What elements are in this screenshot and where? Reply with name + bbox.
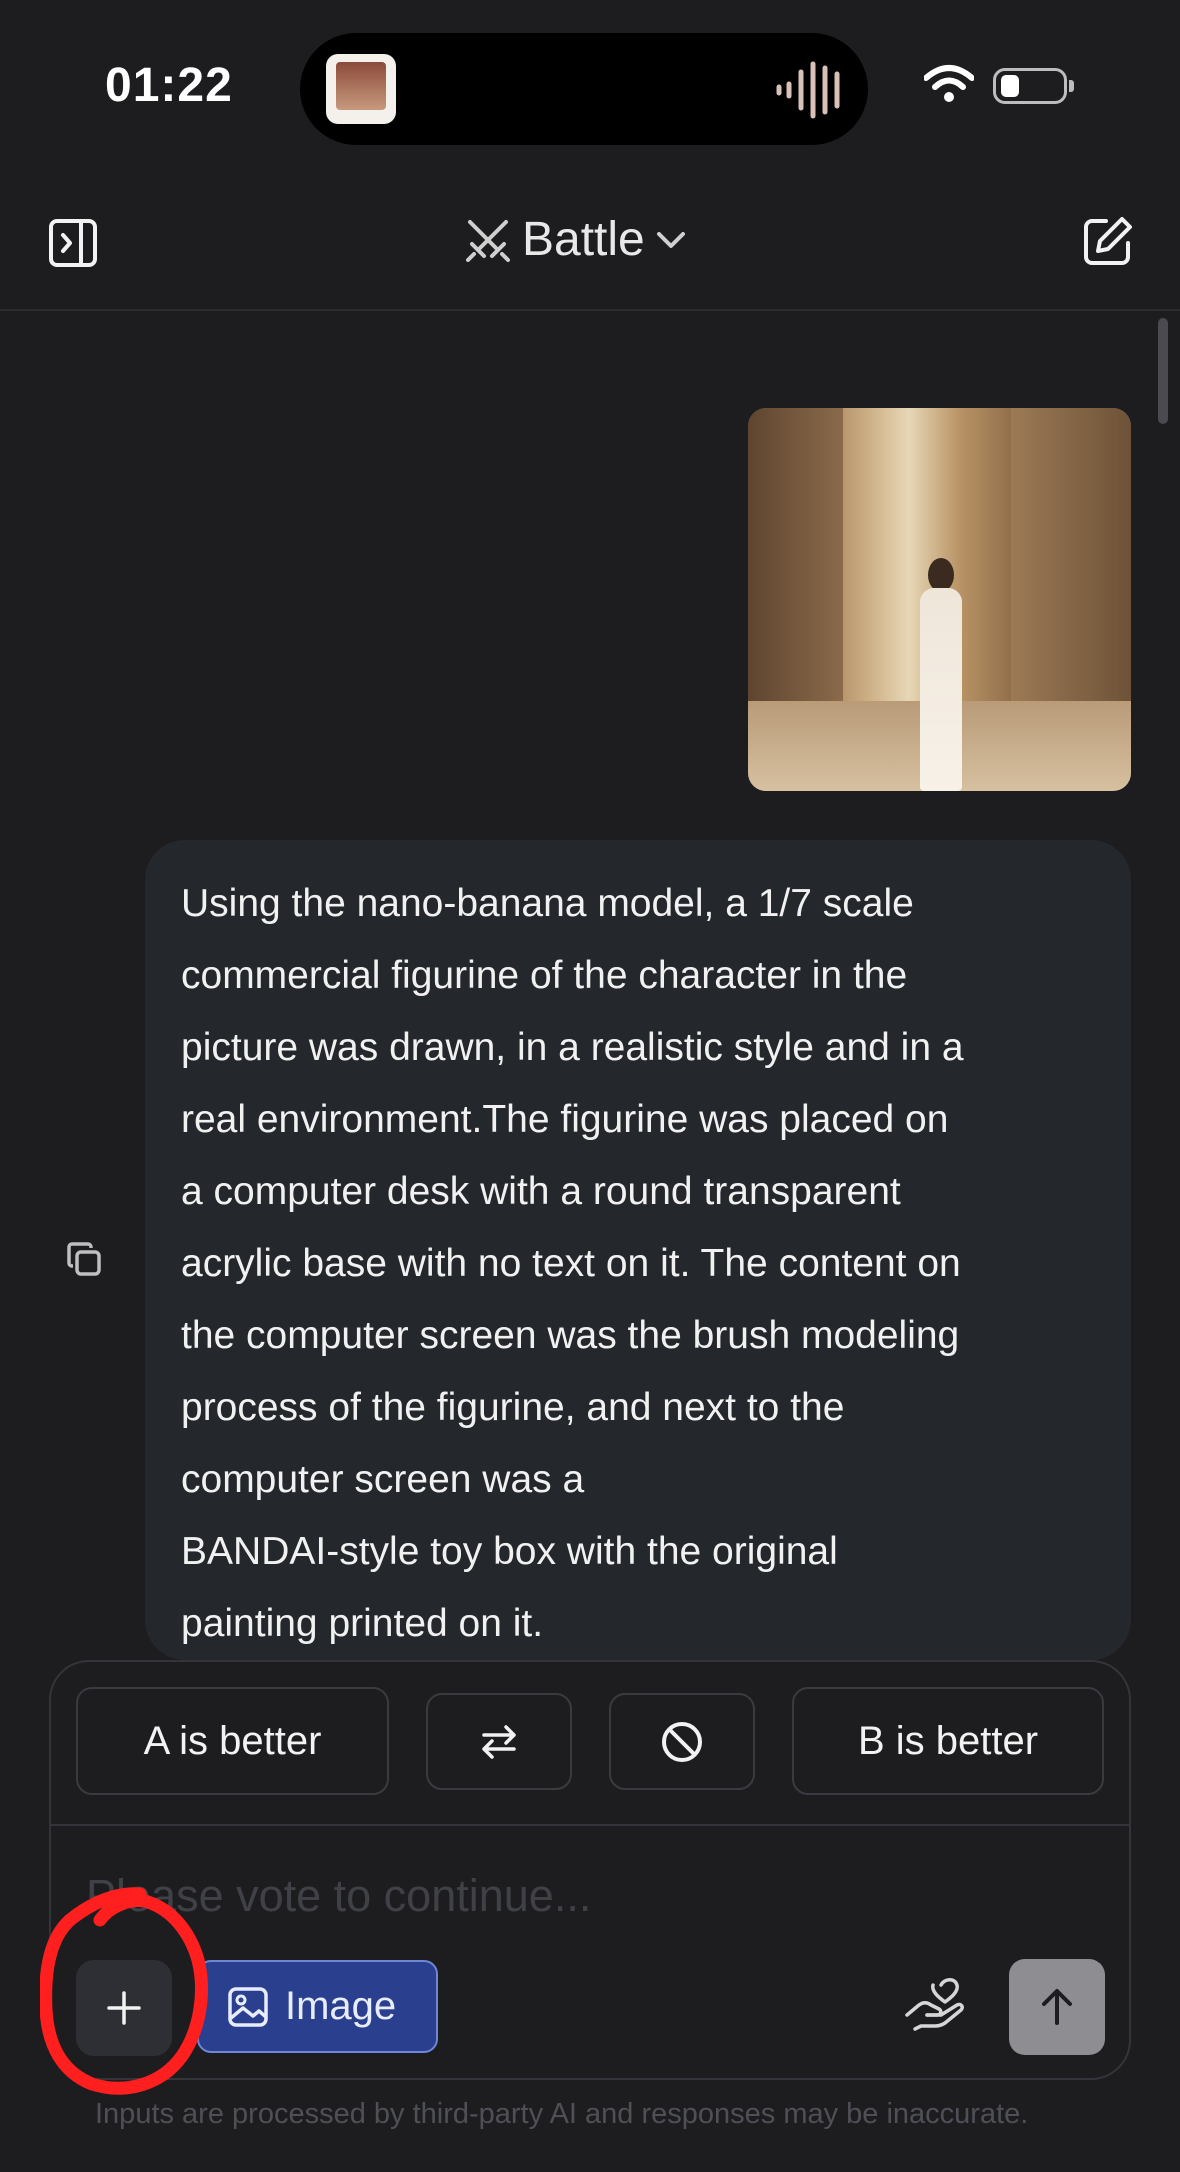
battery-icon	[993, 68, 1067, 104]
audio-waveform-icon	[776, 61, 840, 119]
sidebar-toggle-icon[interactable]	[48, 218, 98, 268]
disclaimer-text: Inputs are processed by third-party AI a…	[95, 2098, 1029, 2130]
uploaded-image[interactable]	[748, 408, 1131, 791]
scrollbar[interactable]	[1158, 318, 1168, 424]
header-divider	[0, 309, 1180, 311]
both-bad-button[interactable]	[609, 1693, 755, 1790]
swap-icon	[482, 1724, 516, 1759]
send-button[interactable]	[1009, 1959, 1105, 2055]
status-time: 01:22	[105, 59, 233, 112]
wifi-icon	[924, 65, 974, 102]
mode-title: Battle	[522, 213, 645, 266]
chevron-down-icon	[656, 231, 685, 248]
mode-selector[interactable]: Battle	[464, 212, 687, 267]
arrow-up-icon	[1042, 1989, 1072, 2025]
no-icon	[662, 1721, 702, 1762]
a-is-better-button[interactable]: A is better	[76, 1687, 389, 1795]
user-message-text: Using the nano-banana model, a 1/7 scale…	[181, 882, 964, 1645]
b-is-better-button[interactable]: B is better	[792, 1687, 1104, 1795]
now-playing-thumbnail	[326, 54, 396, 124]
new-chat-icon[interactable]	[1082, 215, 1134, 267]
tie-button[interactable]	[426, 1693, 572, 1790]
hand-heart-icon[interactable]	[905, 1975, 967, 2031]
annotation-circle	[40, 1887, 208, 2095]
swords-icon	[466, 219, 510, 262]
copy-icon[interactable]	[67, 1242, 103, 1278]
battery-tip	[1069, 80, 1074, 92]
image-mode-label: Image	[285, 1984, 397, 2028]
composer-divider	[51, 1824, 1129, 1826]
